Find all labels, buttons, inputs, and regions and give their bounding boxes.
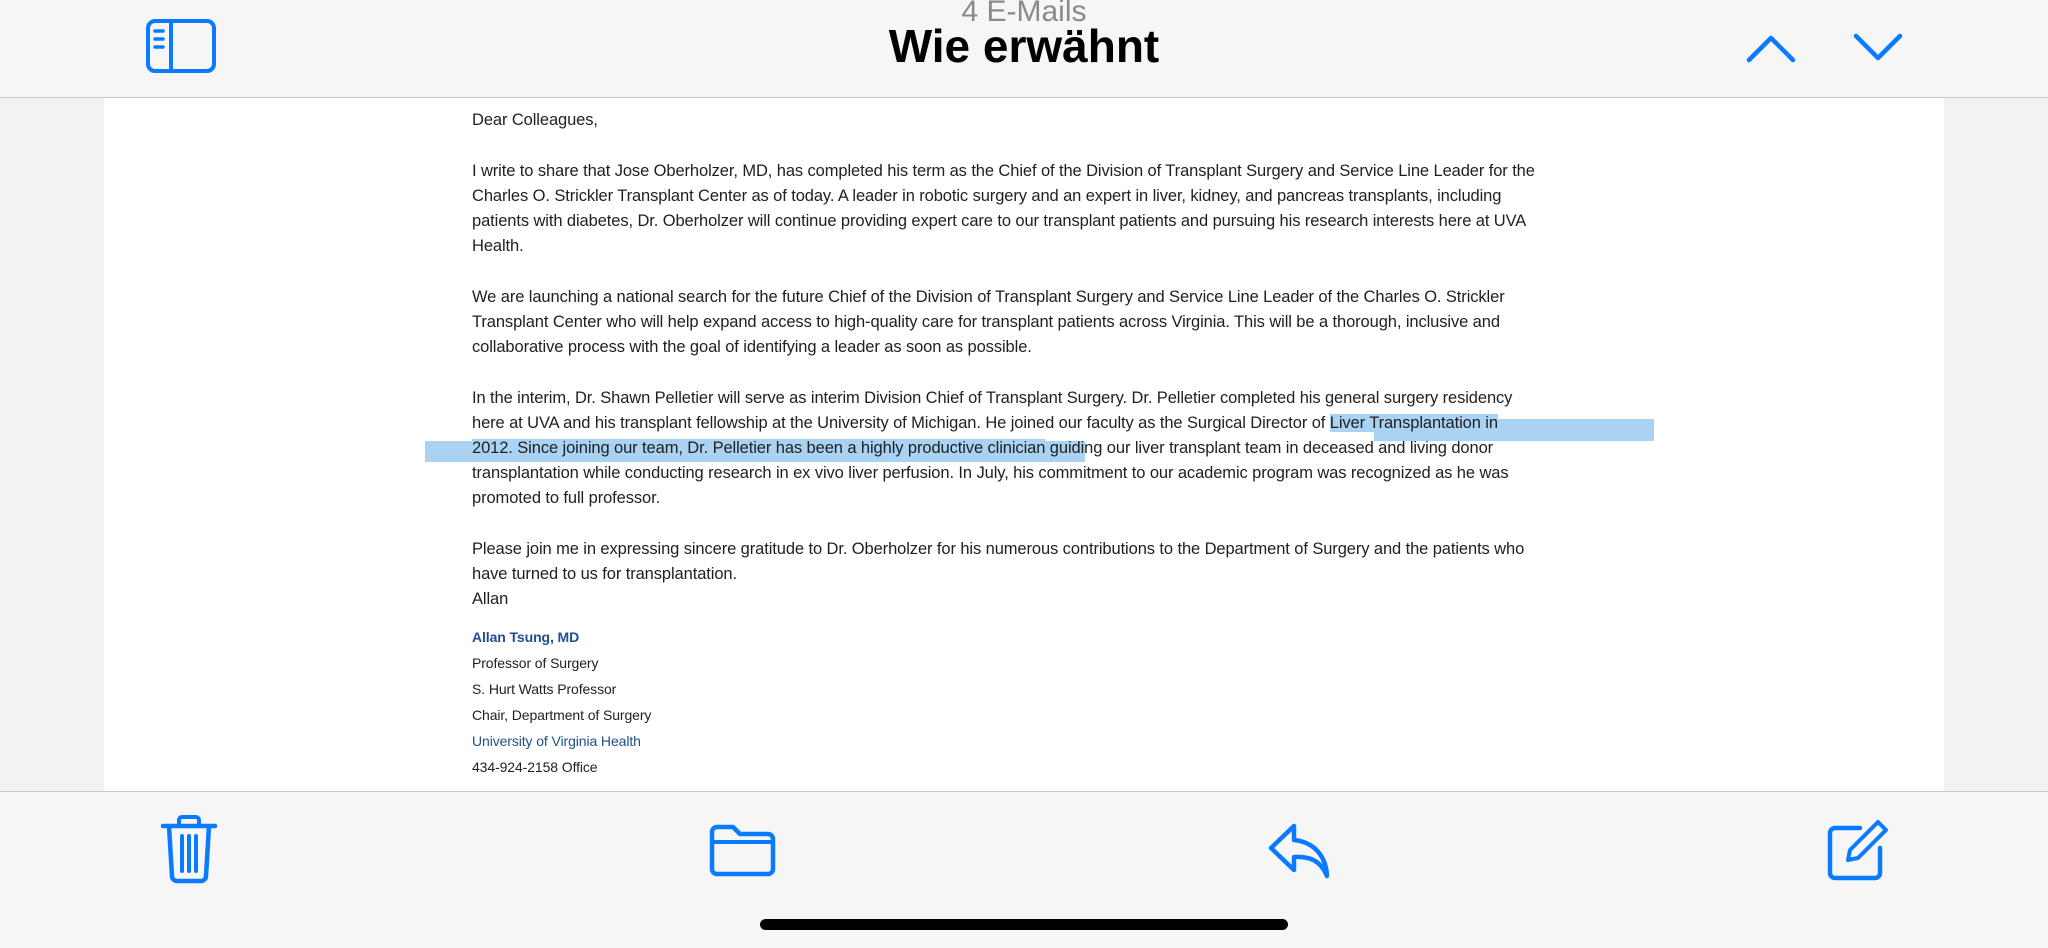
chevron-down-icon[interactable] bbox=[1852, 30, 1904, 66]
folder-icon[interactable] bbox=[708, 822, 778, 878]
navigation-bar: 4 E-Mails Wie erwähnt bbox=[0, 0, 2048, 98]
message-body[interactable]: Dear Colleagues, I write to share that J… bbox=[0, 98, 2048, 791]
closing: Allan bbox=[472, 590, 509, 608]
signature-name: Allan Tsung, MD bbox=[472, 629, 580, 645]
paragraph-3: In the interim, Dr. Shawn Pelletier will… bbox=[472, 389, 1513, 507]
home-indicator bbox=[760, 919, 1288, 930]
salutation: Dear Colleagues, bbox=[472, 111, 598, 129]
trash-icon[interactable] bbox=[160, 814, 218, 884]
signature-org: University of Virginia Health bbox=[472, 733, 641, 749]
compose-icon[interactable] bbox=[1826, 816, 1888, 882]
selected-text[interactable]: 2012. Since joining our team, Dr. Pellet… bbox=[472, 439, 1045, 457]
paragraph-1: I write to share that Jose Oberholzer, M… bbox=[472, 162, 1535, 255]
signature-block: Allan Tsung, MD Professor of Surgery S. … bbox=[472, 624, 1672, 780]
page-title: Wie erwähnt bbox=[888, 20, 1160, 72]
paragraph-2: We are launching a national search for t… bbox=[472, 288, 1505, 356]
chevron-up-icon[interactable] bbox=[1745, 30, 1797, 66]
signature-phone: 434-924-2158 Office bbox=[472, 759, 598, 775]
selected-text[interactable]: Liver Transplantation in bbox=[1329, 414, 1498, 432]
paragraph-4: Please join me in expressing sincere gra… bbox=[472, 537, 1672, 612]
bottom-toolbar bbox=[0, 791, 2048, 948]
reply-icon[interactable] bbox=[1266, 820, 1332, 882]
letter-text: Dear Colleagues, I write to share that J… bbox=[472, 108, 1672, 780]
